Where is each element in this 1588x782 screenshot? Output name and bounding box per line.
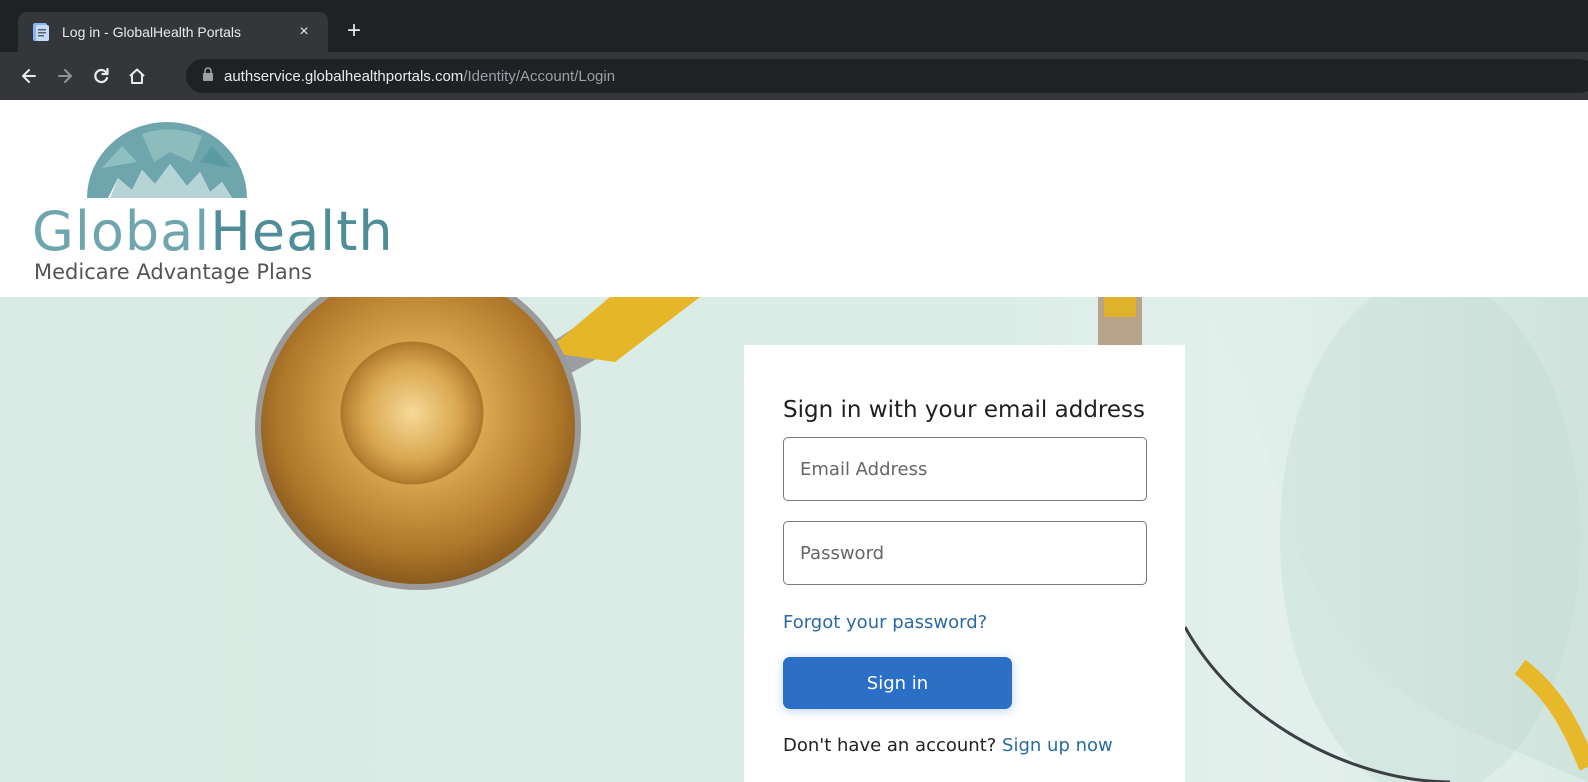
lock-icon [202,66,214,86]
brand-name: GlobalHealth [32,200,394,263]
url-host: authservice.globalhealthportals.com [224,67,464,85]
sign-up-link[interactable]: Sign up now [1002,735,1113,756]
close-icon[interactable]: × [294,23,314,41]
password-input[interactable] [783,521,1147,585]
brand-name-second: Health [210,200,394,263]
login-title: Sign in with your email address [783,397,1145,423]
email-input[interactable] [783,437,1147,501]
browser-tab-active[interactable]: Log in - GlobalHealth Portals × [18,12,328,52]
page-header: GlobalHealth Medicare Advantage Plans [0,100,1588,297]
url-path: /Identity/Account/Login [463,67,616,85]
sign-in-button[interactable]: Sign in [783,657,1012,709]
url-text: authservice.globalhealthportals.com/Iden… [224,68,615,85]
brand-name-first: Global [32,200,211,263]
reload-icon[interactable] [84,59,118,93]
signup-prompt: Don't have an account? [783,735,1003,756]
arrow-right-icon[interactable] [48,59,82,93]
address-bar[interactable]: authservice.globalhealthportals.com/Iden… [186,59,1588,93]
home-icon[interactable] [120,59,154,93]
signup-line: Don't have an account? Sign up now [783,735,1113,756]
login-card: Sign in with your email address Forgot y… [744,345,1185,782]
tab-title: Log in - GlobalHealth Portals [62,24,241,40]
plus-icon[interactable]: + [340,18,368,46]
arrow-left-icon[interactable] [12,59,46,93]
forgot-password-link[interactable]: Forgot your password? [783,612,987,633]
globalhealth-logo[interactable]: GlobalHealth Medicare Advantage Plans [30,120,393,290]
page-icon [32,22,50,42]
brand-tagline: Medicare Advantage Plans [34,260,312,284]
browser-toolbar: authservice.globalhealthportals.com/Iden… [0,52,1588,100]
sunburst-logo-icon [87,122,247,198]
